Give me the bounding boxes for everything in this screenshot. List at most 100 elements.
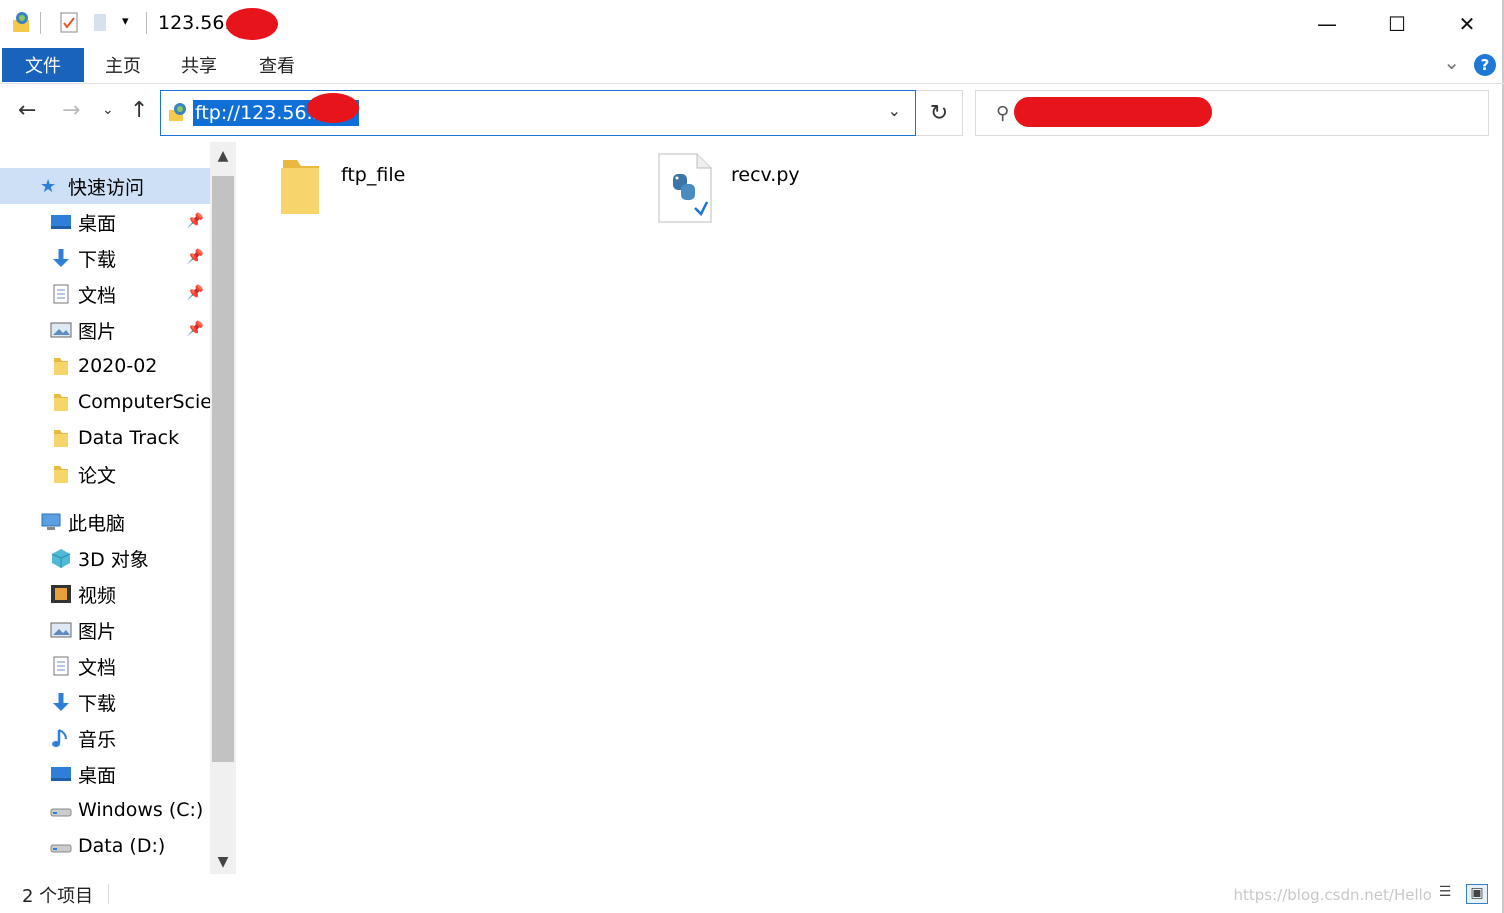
nav-item-label: 图片 <box>78 620 117 643</box>
recent-locations-chevron-icon[interactable]: ⌄ <box>102 102 114 118</box>
nav-pc-item[interactable]: 桌面 <box>0 756 210 792</box>
help-button[interactable]: ? <box>1474 54 1496 76</box>
status-divider <box>108 884 109 904</box>
music-icon <box>52 729 67 747</box>
video-icon <box>51 585 71 603</box>
desktop-icon <box>51 767 71 781</box>
nav-quick-item[interactable]: ComputerScien <box>0 384 210 420</box>
nav-quick-item[interactable]: 论文 <box>0 456 210 492</box>
pin-icon[interactable]: 📌 <box>187 285 204 301</box>
drive-icon <box>50 808 72 817</box>
computer-icon <box>41 513 61 530</box>
3d-objects-icon <box>51 549 71 568</box>
folder-icon <box>281 160 319 214</box>
search-icon: ⚲ <box>996 103 1010 124</box>
nav-item-label: 下载 <box>78 692 117 715</box>
title-redaction <box>226 8 278 40</box>
nav-quick-item[interactable]: 图片 📌 <box>0 312 210 348</box>
drive-icon <box>50 844 72 853</box>
nav-quick-item[interactable]: 2020-02 <box>0 348 210 384</box>
forward-arrow-icon[interactable]: → <box>62 98 80 123</box>
nav-pc-item[interactable]: 3D 对象 <box>0 540 210 576</box>
new-folder-icon[interactable] <box>90 10 112 34</box>
tab-file[interactable]: 文件 <box>2 48 84 82</box>
nav-item-label: 桌面 <box>78 764 117 787</box>
refresh-button[interactable]: ↻ <box>916 90 963 136</box>
nav-pc-item[interactable]: 视频 <box>0 576 210 612</box>
nav-pc-item[interactable]: 音乐 <box>0 720 210 756</box>
document-icon <box>53 656 69 676</box>
address-dropdown-icon[interactable]: ⌄ <box>888 101 901 120</box>
qat-divider <box>40 12 41 34</box>
file-name: ftp_file <box>341 164 406 186</box>
title-divider <box>146 12 147 34</box>
nav-item-label: 图片 <box>78 320 117 343</box>
nav-quick-item[interactable]: Data Track <box>0 420 210 456</box>
address-redaction <box>307 93 359 123</box>
search-box[interactable]: ⚲ 搜索 <box>975 90 1489 136</box>
tab-share[interactable]: 共享 <box>168 48 230 82</box>
nav-this-pc-label: 此电脑 <box>68 512 126 535</box>
folder-icon <box>54 358 68 375</box>
nav-item-label: 2020-02 <box>78 355 158 377</box>
maximize-button[interactable]: ☐ <box>1362 0 1432 48</box>
file-item-folder[interactable]: ftp_file <box>279 152 405 232</box>
nav-item-label: Data Track <box>78 427 180 449</box>
star-icon: ★ <box>40 176 57 197</box>
pin-icon[interactable]: 📌 <box>187 321 204 337</box>
ribbon-expand-chevron-icon[interactable]: ⌄ <box>1443 50 1460 74</box>
desktop-icon <box>51 215 71 229</box>
folder-icon <box>54 394 68 411</box>
pictures-icon <box>50 622 72 638</box>
download-icon <box>53 249 69 267</box>
pin-icon[interactable]: 📌 <box>187 249 204 265</box>
nav-quick-access-label: 快速访问 <box>68 176 145 199</box>
address-bar[interactable]: ftp://123.56.2 ⌄ <box>160 90 916 136</box>
nav-item-label: 音乐 <box>78 728 117 751</box>
nav-item-label: 3D 对象 <box>78 548 149 571</box>
up-arrow-icon[interactable]: ↑ <box>130 98 148 123</box>
close-button[interactable]: ✕ <box>1432 0 1502 48</box>
nav-pc-item[interactable]: Windows (C:) <box>0 792 210 828</box>
nav-pc-item[interactable]: Data (D:) <box>0 828 210 864</box>
minimize-button[interactable]: — <box>1292 0 1362 48</box>
large-icons-view-icon[interactable]: ▣ <box>1466 884 1488 904</box>
scroll-up-arrow-icon[interactable]: ▲ <box>210 148 236 164</box>
ribbon: 文件 主页 共享 查看 ⌄ ? <box>0 48 1504 84</box>
file-item-python[interactable]: recv.py <box>657 152 800 232</box>
nav-quick-item[interactable]: 桌面 📌 <box>0 204 210 240</box>
document-icon <box>53 284 69 304</box>
title-bar: ▾ 123.56.2 — ☐ ✕ <box>0 0 1504 48</box>
item-count: 2 个项目 <box>22 886 94 907</box>
nav-pc-item[interactable]: 文档 <box>0 648 210 684</box>
nav-item-label: 桌面 <box>78 212 117 235</box>
nav-quick-item[interactable]: 文档 📌 <box>0 276 210 312</box>
file-list: ftp_file recv.py <box>237 142 1502 874</box>
back-arrow-icon[interactable]: ← <box>18 98 36 123</box>
nav-pc-item[interactable]: 下载 <box>0 684 210 720</box>
folder-icon <box>54 466 68 483</box>
details-view-icon[interactable]: ☰ <box>1434 884 1456 904</box>
nav-this-pc[interactable]: 此电脑 <box>0 504 210 540</box>
nav-quick-access[interactable]: ★ 快速访问 <box>0 168 210 204</box>
nav-pc-item[interactable]: 图片 <box>0 612 210 648</box>
status-bar: 2 个项目 https://blog.csdn.net/Hello ☰ ▣ <box>0 874 1504 913</box>
nav-item-label: 视频 <box>78 584 117 607</box>
navigation-bar: ← → ⌄ ↑ ftp://123.56.2 ⌄ ↻ ⚲ 搜索 <box>0 84 1504 142</box>
nav-item-label: 文档 <box>78 284 117 307</box>
nav-item-label: ComputerScien <box>78 391 210 413</box>
navigation-pane: ★ 快速访问 桌面 📌 下载 📌 文档 📌 图片 📌 2020-02 ComputerScien D… <box>0 142 236 874</box>
tab-home[interactable]: 主页 <box>92 48 154 82</box>
pin-icon[interactable]: 📌 <box>187 213 204 229</box>
nav-quick-item[interactable]: 下载 📌 <box>0 240 210 276</box>
nav-item-label: Windows (C:) <box>78 799 204 821</box>
properties-icon[interactable] <box>58 10 80 34</box>
download-icon <box>53 693 69 711</box>
scroll-down-arrow-icon[interactable]: ▼ <box>210 854 236 870</box>
ftp-location-icon <box>169 103 186 121</box>
explorer-network-icon[interactable] <box>10 10 32 34</box>
sidebar-scroll-thumb[interactable] <box>212 176 234 762</box>
qat-dropdown-icon[interactable]: ▾ <box>122 14 129 29</box>
tab-view[interactable]: 查看 <box>246 48 308 82</box>
watermark: https://blog.csdn.net/Hello <box>1233 886 1432 904</box>
